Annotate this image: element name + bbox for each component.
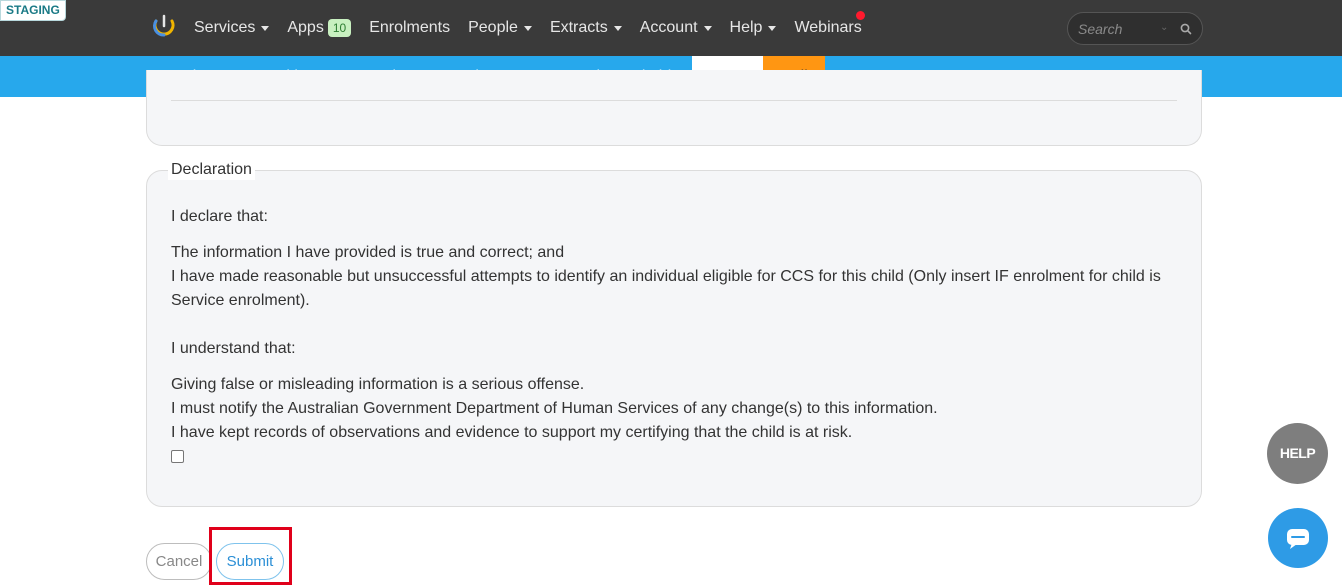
nav-services[interactable]: Services — [194, 19, 270, 37]
search-box: ⌄ — [1067, 12, 1203, 45]
chat-icon — [1287, 529, 1309, 549]
nav-webinars-label: Webinars — [794, 19, 862, 36]
nav-enrolments[interactable]: Enrolments — [369, 19, 450, 37]
understand-line-2: I must notify the Australian Government … — [171, 400, 938, 417]
declare-line-2: I have made reasonable but unsuccessful … — [171, 268, 1161, 285]
chat-floating-button[interactable] — [1268, 508, 1328, 568]
declaration-fieldset — [146, 170, 1202, 507]
declaration-legend: Declaration — [168, 160, 255, 180]
understand-heading: I understand that: — [171, 340, 296, 357]
nav-apps[interactable]: Apps 10 — [287, 19, 352, 37]
chevron-down-icon — [768, 25, 777, 31]
declare-line-2-cont: Service enrolment). — [171, 292, 310, 309]
search-icon[interactable] — [1178, 21, 1194, 37]
nav-extracts[interactable]: Extracts — [550, 19, 622, 37]
main-nav: Services Apps 10 Enrolments People Extrac… — [194, 0, 880, 56]
search-input[interactable] — [1078, 19, 1164, 39]
nav-webinars[interactable]: Webinars — [794, 19, 861, 37]
chevron-down-icon[interactable]: ⌄ — [1160, 22, 1168, 33]
declare-line-1: The information I have provided is true … — [171, 244, 565, 261]
nav-account-label: Account — [639, 19, 698, 36]
chevron-down-icon — [613, 25, 622, 31]
nav-people-label: People — [468, 19, 518, 36]
chevron-down-icon — [703, 25, 712, 31]
nav-extracts-label: Extracts — [549, 19, 608, 36]
staging-badge: STAGING — [0, 0, 66, 21]
chevron-down-icon — [261, 25, 270, 31]
submit-button[interactable]: Submit — [216, 543, 284, 580]
chevron-down-icon — [523, 25, 532, 31]
nav-apps-label: Apps — [287, 19, 324, 36]
declaration-checkbox[interactable] — [171, 450, 184, 463]
nav-help[interactable]: Help — [730, 19, 777, 37]
cancel-button[interactable]: Cancel — [146, 543, 212, 580]
previous-section-panel — [146, 70, 1202, 146]
nav-services-label: Services — [194, 19, 256, 36]
divider — [171, 100, 1177, 101]
understand-line-3: I have kept records of observations and … — [171, 424, 853, 441]
understand-line-1: Giving false or misleading information i… — [171, 376, 585, 393]
nav-help-label: Help — [729, 19, 763, 36]
declare-heading: I declare that: — [171, 208, 268, 225]
notification-dot — [856, 11, 865, 20]
help-floating-button[interactable]: HELP — [1267, 423, 1328, 484]
nav-account[interactable]: Account — [640, 19, 712, 37]
nav-people[interactable]: People — [468, 19, 532, 37]
app-logo-icon[interactable] — [151, 13, 177, 39]
top-navbar: STAGING Services Apps 10 Enrolments Peopl… — [0, 0, 1342, 56]
nav-enrolments-label: Enrolments — [369, 19, 451, 36]
apps-count-badge: 10 — [327, 19, 352, 37]
